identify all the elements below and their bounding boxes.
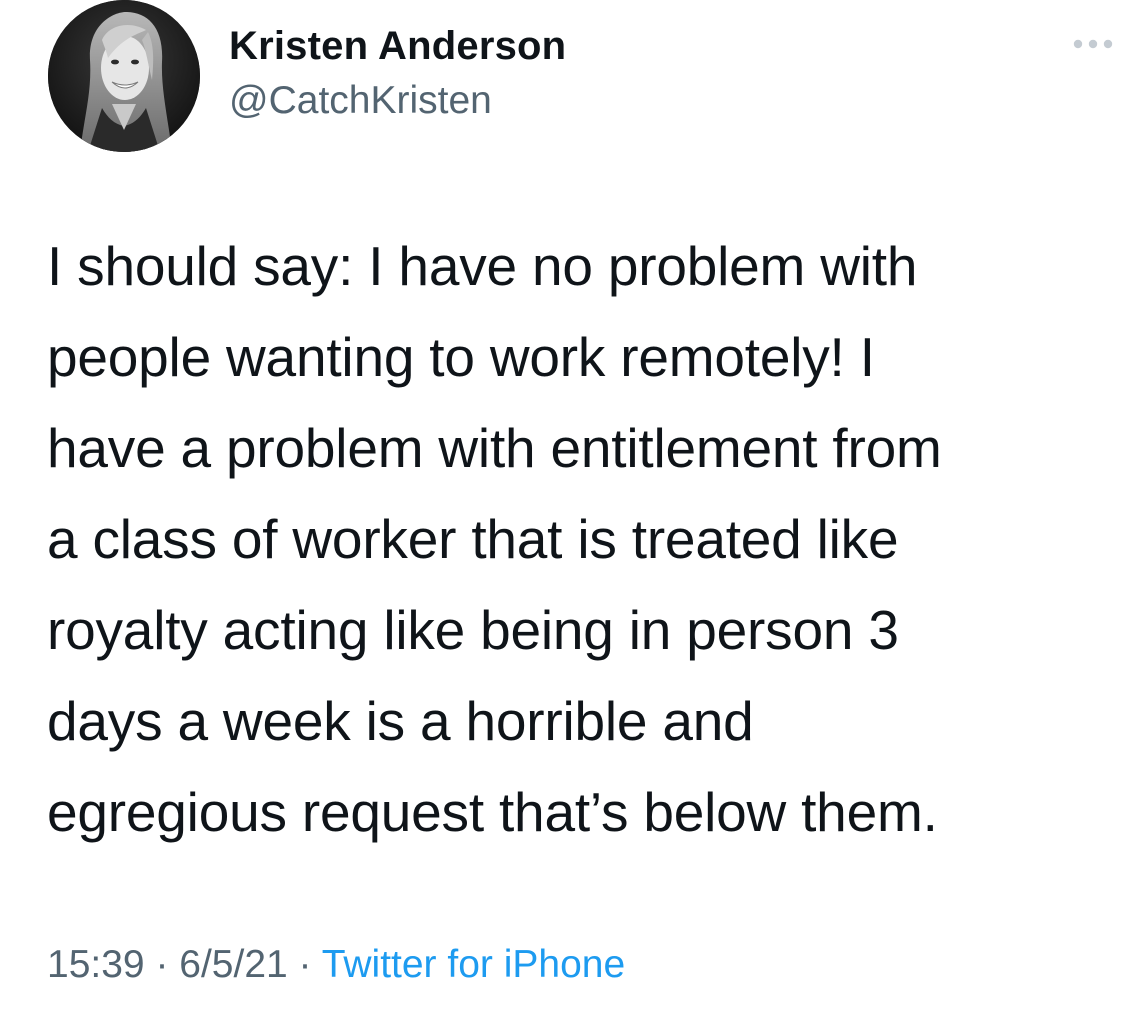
avatar[interactable] [48,0,200,152]
tweet-card: Kristen Anderson @CatchKristen I should … [0,0,1122,1019]
tweet-text: I should say: I have no problem with peo… [47,235,942,843]
tweet-meta: 15:39 · 6/5/21 · Twitter for iPhone [47,940,625,990]
meta-separator: · [144,943,180,986]
more-options-button[interactable] [1070,30,1116,58]
profile-photo-icon [48,0,200,152]
ellipsis-icon [1073,39,1113,49]
meta-separator: · [287,943,322,986]
tweet-time[interactable]: 15:39 [47,943,145,986]
author-display-name[interactable]: Kristen Anderson [229,22,566,70]
tweet-source-link[interactable]: Twitter for iPhone [322,943,625,986]
author-handle[interactable]: @CatchKristen [229,78,492,124]
tweet-date[interactable]: 6/5/21 [179,943,287,986]
